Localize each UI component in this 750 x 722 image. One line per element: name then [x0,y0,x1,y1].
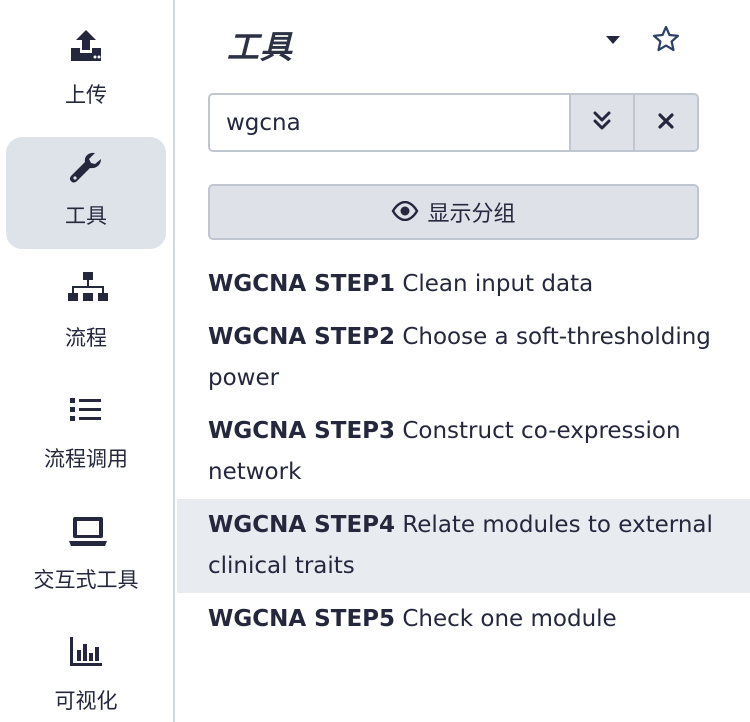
search-group [208,93,699,152]
activity-label-interactive-tools: 交互式工具 [33,568,139,592]
tool-description: Clean input data [402,271,594,297]
activity-item-tools[interactable]: 工具 [6,137,166,249]
activity-label-workflow-invocations: 流程调用 [44,447,128,471]
clear-search-button[interactable] [633,95,697,150]
tool-item-wgcna-step3[interactable]: WGCNA STEP3 Construct co-expression netw… [177,405,750,499]
activity-label-tools: 工具 [65,204,107,228]
advanced-search-button[interactable] [569,95,633,150]
list-icon [68,392,104,428]
tool-item-wgcna-step1[interactable]: WGCNA STEP1 Clean input data [177,258,750,311]
tool-list: WGCNA STEP1 Clean input data WGCNA STEP2… [177,258,750,646]
activity-item-workflow-invocations[interactable]: 流程调用 [6,366,166,478]
activity-item-workflows[interactable]: 流程 [6,245,166,357]
sitemap-icon [68,271,108,307]
wrench-icon [68,151,104,187]
tool-item-wgcna-step4[interactable]: WGCNA STEP4 Relate modules to external c… [177,499,750,593]
activity-item-visualizations[interactable]: 可视化 [6,608,166,720]
tool-name: WGCNA STEP2 [208,324,396,350]
tool-name: WGCNA STEP5 [208,606,396,632]
tool-item-wgcna-step5[interactable]: WGCNA STEP5 Check one module [177,593,750,646]
caret-down-icon[interactable] [601,28,625,52]
activity-item-upload[interactable]: 上传 [6,2,166,114]
upload-icon [68,28,104,64]
eye-icon [391,200,419,224]
activity-item-interactive-tools[interactable]: 交互式工具 [6,487,166,599]
tool-panel: 工具 wgcna 显示分组 WGCNA STEP1 Clean input da… [177,0,750,722]
search-input[interactable] [210,95,569,150]
angles-down-icon [592,110,612,135]
tool-description: Check one module [402,606,617,632]
activity-label-upload: 上传 [65,83,107,107]
show-groups-button[interactable]: 显示分组 [208,184,699,240]
close-icon [657,112,675,133]
tool-name: WGCNA STEP1 [208,271,396,297]
activity-label-visualizations: 可视化 [54,689,118,713]
star-icon[interactable] [651,24,681,54]
chart-bar-icon [68,634,104,670]
tool-name: WGCNA STEP4 [208,512,396,538]
panel-title: 工具 [227,28,294,66]
show-groups-label: 显示分组 [427,201,516,226]
tool-name: WGCNA STEP3 [208,418,396,444]
laptop-icon [68,513,107,549]
tool-item-wgcna-step2[interactable]: WGCNA STEP2 Choose a soft-thresholding p… [177,311,750,405]
activity-bar: 上传 工具 流程 流程调用 交互式工具 可视化 [0,0,175,722]
activity-label-workflows: 流程 [65,326,107,350]
